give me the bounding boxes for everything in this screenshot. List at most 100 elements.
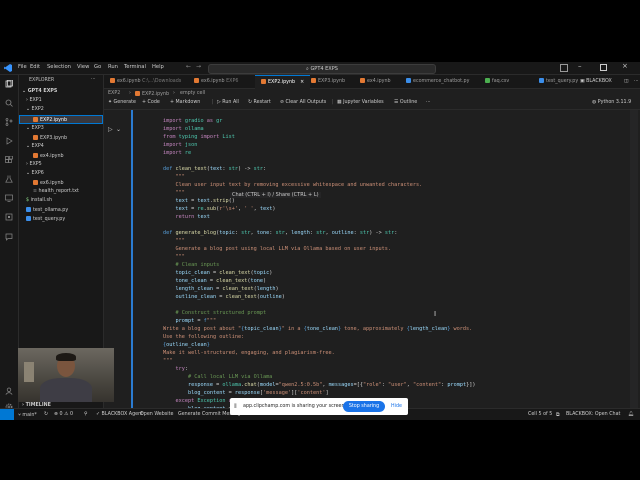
clear-outputs-button[interactable]: ⊘ Clear All Outputs xyxy=(280,100,326,105)
chevron-down-icon[interactable]: ⌄ xyxy=(116,126,121,133)
extensions-icon[interactable] xyxy=(5,156,13,164)
blackbox-open-chat-button[interactable]: BLACKBOX: Open Chat xyxy=(566,412,620,417)
tree-file[interactable]: EXP2.ipynb xyxy=(33,117,67,123)
tab-exp3[interactable]: EXP3.ipynb xyxy=(311,75,345,88)
text-cursor-icon: I xyxy=(434,310,437,318)
add-markdown-cell-button[interactable]: + Markdown xyxy=(170,100,200,105)
breadcrumb-file[interactable]: EXP2.ipynb xyxy=(135,91,169,97)
restart-button[interactable]: ↻ Restart xyxy=(248,100,271,105)
tree-file[interactable]: test_query.py xyxy=(26,216,65,222)
back-arrow-icon[interactable]: ← xyxy=(186,63,191,70)
tree-folder[interactable]: ⌄ EXP4 xyxy=(26,144,44,149)
stop-sharing-button[interactable]: Stop sharing xyxy=(343,401,385,412)
breadcrumb-folder[interactable]: EXP2 xyxy=(108,91,120,96)
code-line: Generate a blog post using local LLM via… xyxy=(163,246,391,252)
tree-folder[interactable]: › EXP1 xyxy=(26,98,42,103)
kernel-picker[interactable]: ◍ Python 3.11.9 xyxy=(592,100,631,105)
problems-indicator[interactable]: ⊗ 0 ⚠ 0 xyxy=(54,412,73,417)
notifications-icon[interactable]: 🔔︎ xyxy=(628,412,634,417)
search-icon[interactable] xyxy=(5,99,13,107)
command-center-search[interactable]: ⌕ GPT4 EXPS xyxy=(208,63,436,74)
more-actions-icon[interactable]: ··· xyxy=(426,100,431,105)
tree-file[interactable]: ex6.ipynb xyxy=(33,180,64,186)
open-website-button[interactable]: Open Website xyxy=(140,412,173,417)
editor-scrollbar[interactable] xyxy=(630,110,638,408)
remote-indicator-icon[interactable] xyxy=(0,409,14,420)
blackbox-button[interactable]: ▣ BLACKBOX xyxy=(580,75,612,88)
code-cell[interactable]: import gradio as gr import ollama from t… xyxy=(131,110,633,408)
notebook-editor: ▷ ⌄ import gradio as gr import ollama fr… xyxy=(104,110,640,408)
chat-icon[interactable] xyxy=(5,233,13,241)
tab-ex4[interactable]: ex4.ipynb xyxy=(360,75,391,88)
tree-folder[interactable]: ⌄ EXP2 xyxy=(26,107,44,112)
close-tab-icon[interactable]: × xyxy=(300,80,304,85)
add-code-cell-button[interactable]: + Code xyxy=(142,100,160,105)
explorer-icon[interactable] xyxy=(5,80,13,88)
tab-ex6-downloads[interactable]: ex6.ipynb C:\...\Downloads xyxy=(110,75,181,88)
jupyter-variables-button[interactable]: ▦ Jupyter Variables xyxy=(337,100,384,105)
forward-arrow-icon[interactable]: → xyxy=(196,63,201,70)
tree-file[interactable]: test_ollama.py xyxy=(26,207,68,213)
tree-file[interactable]: EXP3.ipynb xyxy=(33,135,67,141)
tab-test-query[interactable]: test_query.py xyxy=(539,75,578,88)
tree-file[interactable]: ≡ health_report.txt xyxy=(33,189,79,194)
code-line: """ xyxy=(163,174,185,180)
notebook-icon xyxy=(33,153,38,158)
generate-button[interactable]: ✦ Generate xyxy=(108,100,136,105)
tab-ex6-exp6[interactable]: ex6.ipynb EXP6 xyxy=(194,75,238,88)
tree-folder[interactable]: ⌄ EXP3 xyxy=(26,126,44,131)
code-line: import ollama xyxy=(163,126,204,132)
split-editor-icon[interactable]: ◫ xyxy=(624,75,629,88)
search-label: GPT4 EXPS xyxy=(310,65,338,72)
feedback-icon[interactable]: ⧉ xyxy=(556,412,559,418)
vscode-logo-icon xyxy=(4,64,12,72)
blackbox-icon[interactable] xyxy=(5,213,13,221)
activity-bar xyxy=(0,75,19,420)
cell-indicator[interactable]: Cell 5 of 5 xyxy=(528,412,552,417)
webcam-background-object xyxy=(24,362,34,382)
sync-icon[interactable]: ↻ xyxy=(44,412,48,417)
remote-explorer-icon[interactable] xyxy=(5,194,13,202)
more-tabs-icon[interactable]: ··· xyxy=(634,75,639,88)
menu-file[interactable]: File xyxy=(18,64,27,70)
menu-run[interactable]: Run xyxy=(108,64,118,70)
minimize-icon[interactable]: – xyxy=(578,62,582,70)
blackbox-agent-button[interactable]: ✓ BLACKBOX Agent xyxy=(96,412,143,417)
menu-edit[interactable]: Edit xyxy=(30,64,40,70)
menu-selection[interactable]: Selection xyxy=(47,64,71,70)
ports-icon[interactable]: ⚲ xyxy=(84,412,88,417)
more-actions-icon[interactable]: ··· xyxy=(91,77,96,82)
source-control-icon[interactable] xyxy=(5,118,13,126)
branch-indicator[interactable]: ⑂ main* xyxy=(18,412,37,418)
menu-go[interactable]: Go xyxy=(94,64,101,70)
testing-icon[interactable] xyxy=(5,175,13,183)
menu-terminal[interactable]: Terminal xyxy=(124,64,146,70)
layout-icon[interactable] xyxy=(560,64,568,72)
tree-file[interactable]: ex4.ipynb xyxy=(33,153,64,159)
outline-button[interactable]: ☰ Outline xyxy=(394,100,417,105)
run-cell-icon[interactable]: ▷ xyxy=(108,126,113,133)
tab-faq-csv[interactable]: faq.csv xyxy=(485,75,509,88)
python-file-icon xyxy=(26,216,31,221)
menu-help[interactable]: Help xyxy=(152,64,164,70)
menu-view[interactable]: View xyxy=(77,64,89,70)
code-line: text = text.strip() xyxy=(175,198,235,204)
account-icon[interactable] xyxy=(5,387,13,395)
close-icon[interactable]: × xyxy=(622,62,628,70)
tree-folder[interactable]: › EXP5 xyxy=(26,162,42,167)
code-line: """ xyxy=(163,358,173,364)
code-line: """ xyxy=(163,238,185,244)
tree-file[interactable]: $ install.sh xyxy=(26,198,52,203)
breadcrumb-cell[interactable]: empty cell xyxy=(180,91,205,96)
notebook-icon xyxy=(33,117,38,122)
maximize-icon[interactable] xyxy=(600,64,607,71)
hide-banner-button[interactable]: Hide xyxy=(391,404,402,409)
explorer-root[interactable]: ⌄ GPT4 EXPS xyxy=(22,89,57,94)
run-all-button[interactable]: ▷ Run All xyxy=(217,100,239,105)
code-line: import json xyxy=(163,142,198,148)
code-line: {outline_clean} xyxy=(163,342,210,348)
run-debug-icon[interactable] xyxy=(5,137,13,145)
tree-folder[interactable]: ⌄ EXP6 xyxy=(26,171,44,176)
tab-ecommerce-chatbot[interactable]: ecommerce_chatbot.py xyxy=(406,75,469,88)
tab-exp2-active[interactable]: EXP2.ipynb × xyxy=(255,75,311,89)
